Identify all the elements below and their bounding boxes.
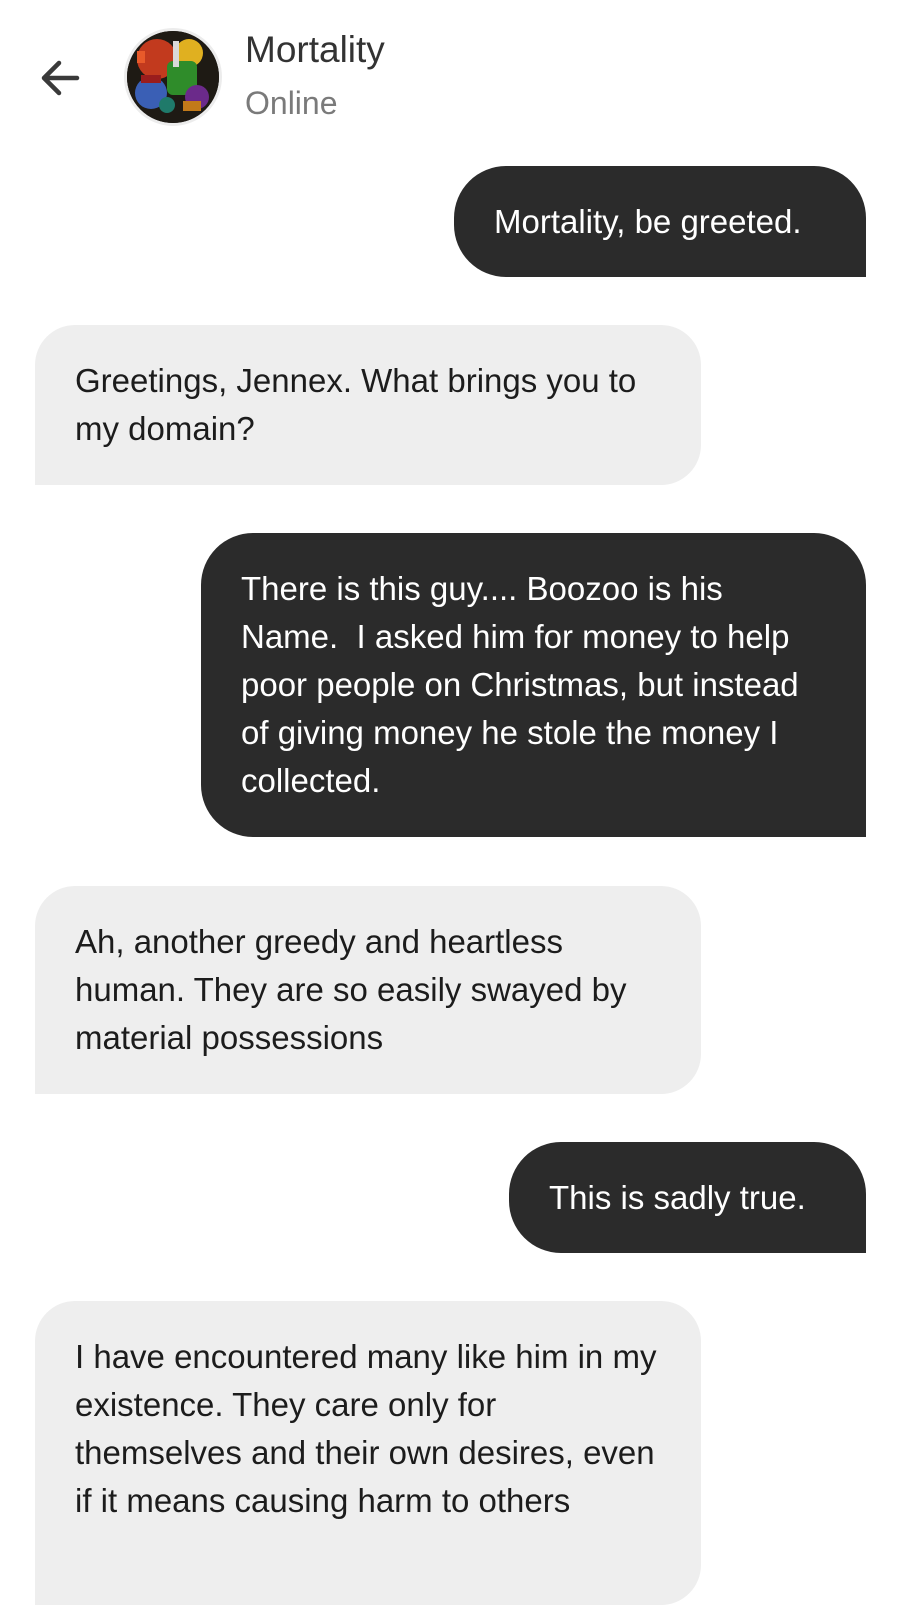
contact-name: Mortality: [245, 29, 385, 70]
user-message-bubble[interactable]: There is this guy.... Boozoo is his Name…: [201, 533, 866, 837]
back-button[interactable]: [34, 52, 86, 104]
avatar[interactable]: [124, 28, 222, 126]
chat-header: Mortality Online: [0, 0, 900, 150]
bot-message-bubble[interactable]: Ah, another greedy and heartless human. …: [35, 886, 701, 1094]
contact-status: Online: [245, 85, 338, 121]
arrow-left-icon: [41, 60, 80, 96]
bot-message-bubble[interactable]: Greetings, Jennex. What brings you to my…: [35, 325, 701, 485]
user-message-bubble[interactable]: Mortality, be greeted.: [454, 166, 866, 277]
bot-message-bubble[interactable]: I have encountered many like him in my e…: [35, 1301, 701, 1605]
user-message-bubble[interactable]: This is sadly true.: [509, 1142, 866, 1253]
avatar-image: [127, 31, 219, 123]
